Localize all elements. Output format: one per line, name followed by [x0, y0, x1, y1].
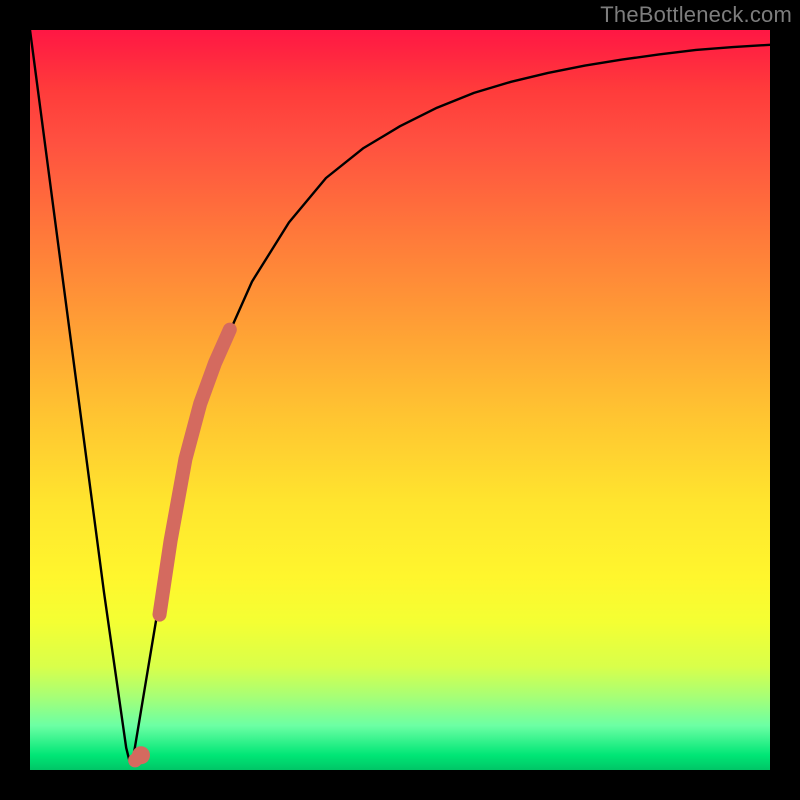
- highlight-segment: [160, 330, 230, 615]
- bottleneck-curve: [30, 30, 770, 763]
- watermark-text: TheBottleneck.com: [600, 2, 792, 28]
- curve-layer: [30, 30, 770, 770]
- highlight-dot: [132, 746, 150, 764]
- chart-container: TheBottleneck.com: [0, 0, 800, 800]
- plot-area: [30, 30, 770, 770]
